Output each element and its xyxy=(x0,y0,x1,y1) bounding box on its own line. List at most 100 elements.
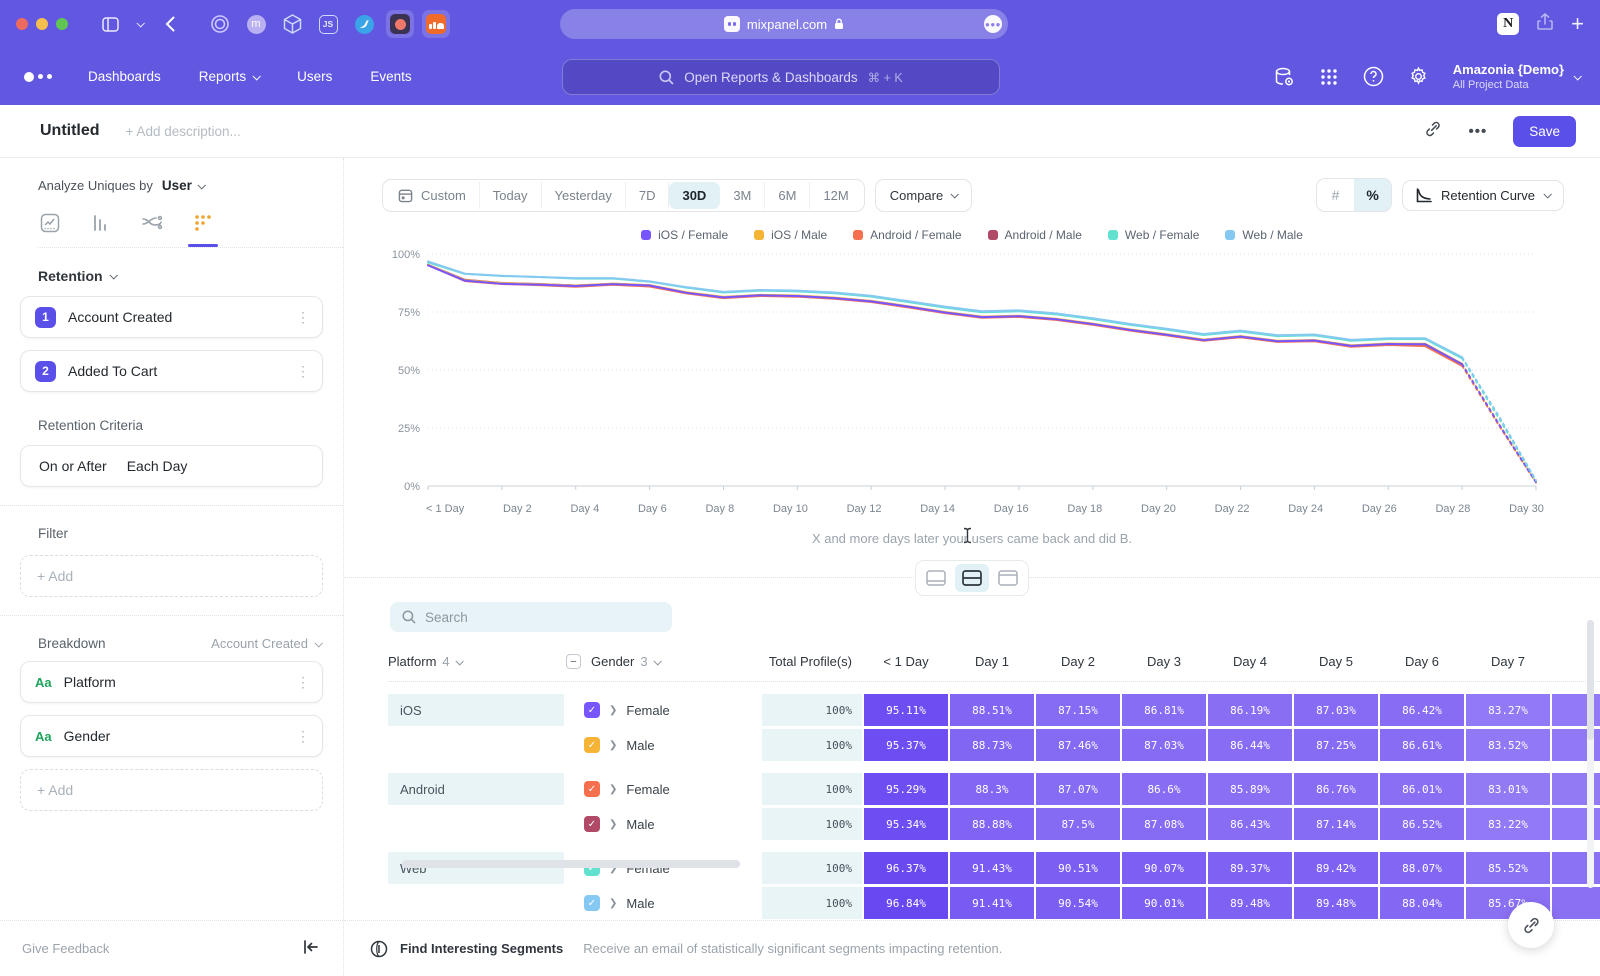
platform-cell[interactable]: iOS xyxy=(388,694,564,726)
layout-table-focus-button[interactable] xyxy=(991,564,1025,592)
retention-value-cell[interactable]: 87.5% xyxy=(1036,808,1120,840)
range-yesterday[interactable]: Yesterday xyxy=(542,182,626,209)
gender-cell-female[interactable]: ✓❯Female xyxy=(566,852,760,884)
retention-value-cell[interactable]: 95.29% xyxy=(864,773,948,805)
kebab-menu-icon[interactable]: ⋮ xyxy=(296,674,310,691)
retention-value-cell[interactable]: 90.51% xyxy=(1036,852,1120,884)
retention-value-cell[interactable]: 87.46% xyxy=(1036,729,1120,761)
column-header-day[interactable]: < 1 Day xyxy=(864,654,948,669)
expand-row-icon[interactable]: ❯ xyxy=(609,740,617,751)
mixpanel-logo-icon[interactable] xyxy=(24,72,52,82)
tab-funnels[interactable] xyxy=(89,211,113,235)
retention-value-cell[interactable]: 91.41% xyxy=(950,887,1034,919)
analyze-uniques-value[interactable]: User xyxy=(162,178,192,193)
retention-value-cell[interactable]: 86.6% xyxy=(1122,773,1206,805)
gender-cell-female[interactable]: ✓❯Female xyxy=(566,694,760,726)
compare-button[interactable]: Compare xyxy=(875,179,972,212)
sidebar-toggle-icon[interactable] xyxy=(96,10,124,38)
retention-value-cell[interactable]: 87.07% xyxy=(1036,773,1120,805)
share-link-floating-button[interactable] xyxy=(1508,902,1554,948)
retention-value-cell[interactable]: 95.11% xyxy=(864,694,948,726)
column-header-day[interactable]: Day 7 xyxy=(1466,654,1550,669)
zoom-window-button[interactable] xyxy=(56,18,68,30)
range-today[interactable]: Today xyxy=(480,182,542,209)
column-header-day[interactable]: Day 5 xyxy=(1294,654,1378,669)
js-icon[interactable]: JS xyxy=(314,10,342,38)
copy-link-icon[interactable] xyxy=(1424,120,1442,143)
legend-item[interactable]: iOS / Male xyxy=(754,228,827,242)
retention-value-cell[interactable]: 96.37% xyxy=(864,852,948,884)
nav-reports[interactable]: Reports xyxy=(199,69,259,84)
tab-flows[interactable] xyxy=(140,211,164,235)
retention-value-cell[interactable]: 89.48% xyxy=(1208,887,1292,919)
retention-value-cell[interactable]: 86.61% xyxy=(1380,729,1464,761)
settings-gear-icon[interactable] xyxy=(1408,66,1429,87)
range-3m[interactable]: 3M xyxy=(720,182,765,209)
expand-row-icon[interactable]: ❯ xyxy=(609,898,617,909)
series-checkbox[interactable]: ✓ xyxy=(584,816,600,832)
retention-value-cell[interactable]: 88.3% xyxy=(950,773,1034,805)
retention-value-cell[interactable]: 86.19% xyxy=(1208,694,1292,726)
legend-item[interactable]: Web / Female xyxy=(1108,228,1199,242)
retention-section-label[interactable]: Retention xyxy=(38,268,103,284)
criteria-interval[interactable]: Each Day xyxy=(127,458,188,474)
expand-row-icon[interactable]: ❯ xyxy=(609,705,617,716)
minimize-window-button[interactable] xyxy=(36,18,48,30)
legend-item[interactable]: Android / Female xyxy=(853,228,961,242)
kebab-menu-icon[interactable]: ⋮ xyxy=(296,309,310,326)
legend-item[interactable]: iOS / Female xyxy=(641,228,728,242)
retention-value-cell[interactable]: 83.27% xyxy=(1466,694,1550,726)
data-management-icon[interactable] xyxy=(1273,66,1295,88)
retention-value-cell[interactable]: 87.03% xyxy=(1122,729,1206,761)
help-icon[interactable] xyxy=(1363,66,1384,87)
retention-value-cell[interactable]: 89.37% xyxy=(1208,852,1292,884)
series-checkbox[interactable]: ✓ xyxy=(584,781,600,797)
retention-value-cell[interactable]: 87.03% xyxy=(1294,694,1378,726)
retention-value-cell[interactable]: 86.42% xyxy=(1380,694,1464,726)
kebab-menu-icon[interactable]: ⋮ xyxy=(296,728,310,745)
indeterminate-checkbox[interactable]: − xyxy=(566,654,581,669)
layout-split-button[interactable] xyxy=(955,564,989,592)
absolute-format-button[interactable]: # xyxy=(1317,179,1354,211)
platform-cell[interactable]: Android xyxy=(388,773,564,805)
expand-row-icon[interactable]: ❯ xyxy=(609,819,617,830)
breakdown-gender[interactable]: Aa Gender ⋮ xyxy=(20,715,323,757)
retention-value-cell[interactable]: 89.42% xyxy=(1294,852,1378,884)
gender-cell-male[interactable]: ✓❯Male xyxy=(566,808,760,840)
retention-value-cell[interactable]: 87.15% xyxy=(1036,694,1120,726)
retention-value-cell[interactable]: 88.51% xyxy=(950,694,1034,726)
find-segments-title[interactable]: Find Interesting Segments xyxy=(400,941,563,956)
project-selector[interactable]: Amazonia {Demo} All Project Data xyxy=(1453,62,1580,90)
chevron-down-icon[interactable] xyxy=(132,10,148,38)
tab-retention[interactable] xyxy=(191,211,215,235)
nav-events[interactable]: Events xyxy=(370,69,411,84)
horizontal-scrollbar[interactable] xyxy=(402,860,740,868)
kebab-menu-icon[interactable]: ⋮ xyxy=(296,363,310,380)
site-options-button[interactable]: ●●● xyxy=(984,15,1002,33)
retention-value-cell[interactable]: 86.43% xyxy=(1208,808,1292,840)
retention-value-cell[interactable]: 89.48% xyxy=(1294,887,1378,919)
retention-value-cell[interactable]: 87.14% xyxy=(1294,808,1378,840)
retention-value-cell[interactable]: 86.52% xyxy=(1380,808,1464,840)
add-filter-button[interactable]: + Add xyxy=(20,555,323,597)
retention-value-cell[interactable]: 88.73% xyxy=(950,729,1034,761)
column-header-gender[interactable]: −Gender3 xyxy=(566,654,760,669)
column-header-day[interactable]: Day 2 xyxy=(1036,654,1120,669)
collapse-sidebar-icon[interactable] xyxy=(303,940,319,957)
retention-value-cell[interactable]: 87.08% xyxy=(1122,808,1206,840)
breakdown-platform[interactable]: Aa Platform ⋮ xyxy=(20,661,323,703)
breakdown-scope-selector[interactable]: Account Created xyxy=(211,636,321,651)
retention-value-cell[interactable]: 86.81% xyxy=(1122,694,1206,726)
range-12m[interactable]: 12M xyxy=(810,182,861,209)
legend-item[interactable]: Web / Male xyxy=(1225,228,1302,242)
gender-cell-male[interactable]: ✓❯Male xyxy=(566,729,760,761)
retention-value-cell[interactable]: 83.52% xyxy=(1466,729,1550,761)
back-icon[interactable] xyxy=(156,10,184,38)
retention-value-cell[interactable]: 86.76% xyxy=(1294,773,1378,805)
retention-step-1[interactable]: 1 Account Created ⋮ xyxy=(20,296,323,338)
series-checkbox[interactable]: ✓ xyxy=(584,737,600,753)
gender-cell-female[interactable]: ✓❯Female xyxy=(566,773,760,805)
expand-row-icon[interactable]: ❯ xyxy=(609,784,617,795)
retention-value-cell[interactable]: 88.07% xyxy=(1380,852,1464,884)
retention-value-cell[interactable]: 83.22% xyxy=(1466,808,1550,840)
